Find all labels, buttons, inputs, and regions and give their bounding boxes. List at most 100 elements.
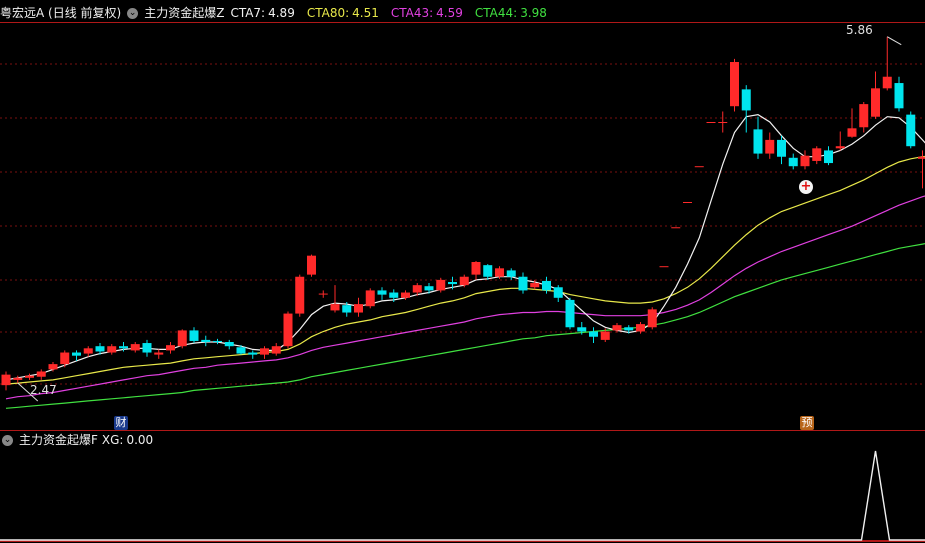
candle-body: [213, 340, 222, 342]
cta44-label: CTA44:: [474, 6, 518, 20]
cta80-readout: CTA80: 4.51: [307, 4, 385, 22]
candle-body: [471, 262, 481, 275]
candle: [894, 76, 904, 112]
candle-body: [424, 286, 434, 291]
candle: [859, 102, 869, 133]
xg-signal-panel: [0, 450, 925, 541]
xg-value: 0.00: [126, 433, 154, 447]
candle: [730, 58, 739, 112]
kline-chart[interactable]: [0, 0, 925, 543]
candle-body: [448, 282, 457, 285]
candle: [283, 311, 293, 349]
chevron-down-icon[interactable]: ⌄: [2, 434, 13, 446]
candle-body: [542, 280, 551, 291]
candle: [765, 132, 775, 159]
candle-body: [142, 343, 152, 353]
candle: [83, 346, 93, 357]
candle: [483, 264, 493, 280]
xg-label: XG:: [101, 433, 124, 447]
cta80-value: 4.51: [352, 6, 379, 20]
candle-body: [483, 265, 493, 277]
candle-body: [565, 299, 575, 328]
candle: [107, 344, 117, 355]
candle-body: [600, 331, 610, 340]
candle-body: [706, 122, 716, 123]
add-marker-icon[interactable]: +: [799, 180, 813, 194]
candle-body: [83, 348, 93, 354]
candlestick-series[interactable]: [1, 36, 925, 391]
candle-body: [741, 89, 751, 111]
candle-body: [918, 156, 925, 159]
moving-average-lines: [5, 113, 925, 409]
candle: [824, 146, 833, 166]
candle-body: [25, 375, 34, 378]
candle: [777, 135, 786, 165]
candle-body: [694, 166, 704, 168]
candle-body: [130, 344, 140, 351]
candle: [436, 277, 446, 293]
candle: [177, 329, 187, 349]
candle-body: [730, 62, 739, 107]
candle-body: [271, 346, 281, 354]
candle-body: [248, 352, 258, 355]
candle-body: [224, 342, 234, 347]
candle: [201, 335, 211, 347]
forecast-badge[interactable]: 预: [800, 416, 814, 430]
cta44-value: 3.98: [520, 6, 547, 20]
candle: [636, 322, 645, 334]
low-price-label: 2.47: [30, 383, 57, 397]
stock-title: 粤宏远A (日线 前复权): [0, 6, 122, 20]
candle-body: [318, 293, 328, 295]
candle-body: [753, 129, 763, 154]
candle: [683, 202, 692, 203]
cta7-label: CTA7:: [230, 6, 266, 20]
candle: [224, 339, 234, 350]
candle-body: [365, 290, 375, 307]
candle-body: [506, 270, 516, 277]
candle: [471, 260, 481, 280]
chevron-down-icon[interactable]: ⌄: [127, 7, 139, 19]
candle: [189, 327, 199, 344]
candle: [741, 85, 751, 133]
candle-body: [871, 88, 880, 117]
indicator-name[interactable]: 主力资金起爆Z: [144, 4, 224, 22]
candle-body: [518, 276, 528, 291]
sub-indicator-name[interactable]: 主力资金起爆F: [19, 431, 98, 449]
candle-body: [812, 148, 822, 161]
candle-body: [882, 76, 892, 89]
cta7-readout: CTA7: 4.89: [230, 4, 300, 22]
candle: [1, 371, 11, 391]
candle-body: [412, 285, 422, 293]
candle-body: [436, 279, 446, 291]
cta7-line: [5, 113, 925, 381]
candle: [706, 122, 716, 123]
candle-body: [589, 331, 598, 337]
candle: [354, 297, 363, 317]
finance-badge[interactable]: 财: [114, 416, 128, 430]
candle-body: [624, 327, 634, 331]
candle-body: [459, 276, 469, 286]
candle: [647, 307, 657, 330]
candle-body: [107, 346, 117, 353]
candle: [25, 373, 34, 380]
candle-body: [859, 104, 869, 128]
candle-body: [659, 266, 669, 268]
candle-body: [307, 255, 316, 275]
candle-body: [236, 347, 246, 354]
cta43-readout: CTA43: 4.59: [391, 4, 469, 22]
candle: [130, 342, 140, 353]
cta43-value: 4.59: [436, 6, 463, 20]
candle-body: [330, 304, 340, 311]
candle-body: [377, 290, 387, 295]
candle: [659, 266, 669, 268]
candle: [60, 350, 70, 368]
candle-body: [401, 292, 410, 298]
candle: [518, 272, 528, 294]
candle-body: [894, 83, 904, 109]
candle-body: [788, 157, 798, 167]
candle: [718, 111, 728, 133]
candle: [295, 274, 305, 317]
candle-body: [72, 352, 81, 356]
candle: [812, 146, 822, 165]
candle-body: [647, 309, 657, 328]
